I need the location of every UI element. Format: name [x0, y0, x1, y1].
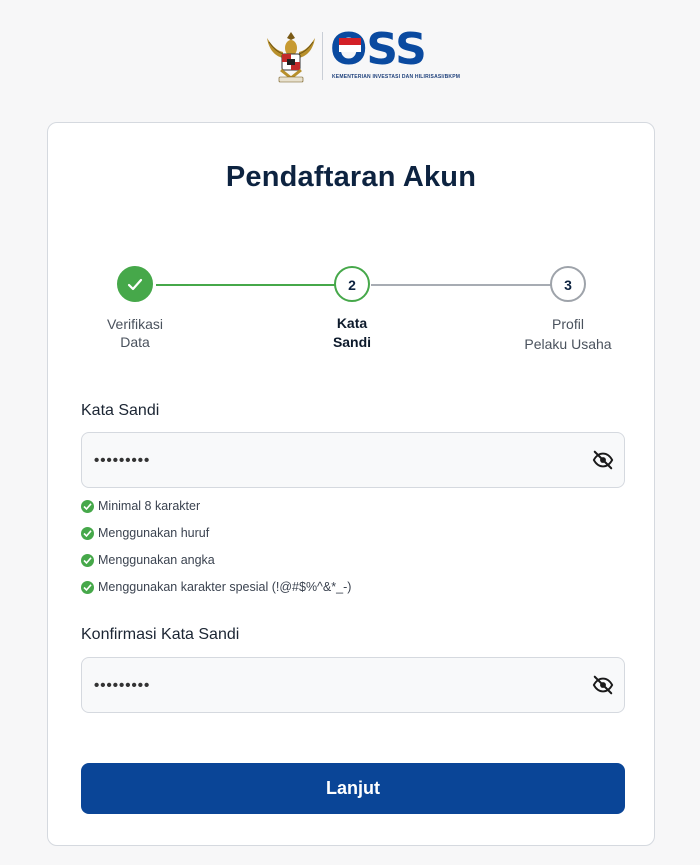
garuda-emblem [267, 32, 315, 83]
eye-off-icon[interactable] [592, 449, 614, 471]
continue-button[interactable]: Lanjut [81, 763, 625, 814]
check-circle-icon [81, 581, 94, 594]
check-circle-icon [81, 500, 94, 513]
confirm-password-input[interactable] [82, 658, 572, 712]
stepper-line-pending [371, 284, 551, 286]
eye-off-icon[interactable] [592, 674, 614, 696]
oss-logo[interactable]: OSS KEMENTERIAN INVESTASI DAN HILIRISASI… [330, 24, 460, 84]
step-2-label: Kata Sandi [332, 315, 372, 350]
step-2-circle: 2 [334, 266, 370, 302]
check-circle-icon [81, 527, 94, 540]
check-icon [127, 278, 143, 291]
confirm-password-label: Konfirmasi Kata Sandi [81, 626, 240, 643]
password-field-wrapper [81, 432, 625, 488]
check-circle-icon [81, 554, 94, 567]
logo-divider [322, 32, 323, 80]
step-1-circle [117, 266, 153, 302]
flag-icon [339, 38, 361, 52]
page-title: Pendaftaran Akun [225, 161, 477, 193]
stepper-line-completed [156, 284, 352, 286]
password-input[interactable] [82, 433, 572, 487]
registration-card: Pendaftaran Akun 2 3 Verifikasi Data Kat… [47, 122, 655, 846]
password-label: Kata Sandi [81, 402, 160, 419]
oss-logo-subtitle: KEMENTERIAN INVESTASI DAN HILIRISASI/BKP… [332, 74, 461, 80]
step-3-circle: 3 [550, 266, 586, 302]
header: OSS KEMENTERIAN INVESTASI DAN HILIRISASI… [0, 0, 700, 100]
step-3-label: Profil Pelaku Usaha [524, 316, 612, 352]
step-1-label: Verifikasi Data [106, 316, 164, 350]
confirm-password-field-wrapper [81, 657, 625, 713]
